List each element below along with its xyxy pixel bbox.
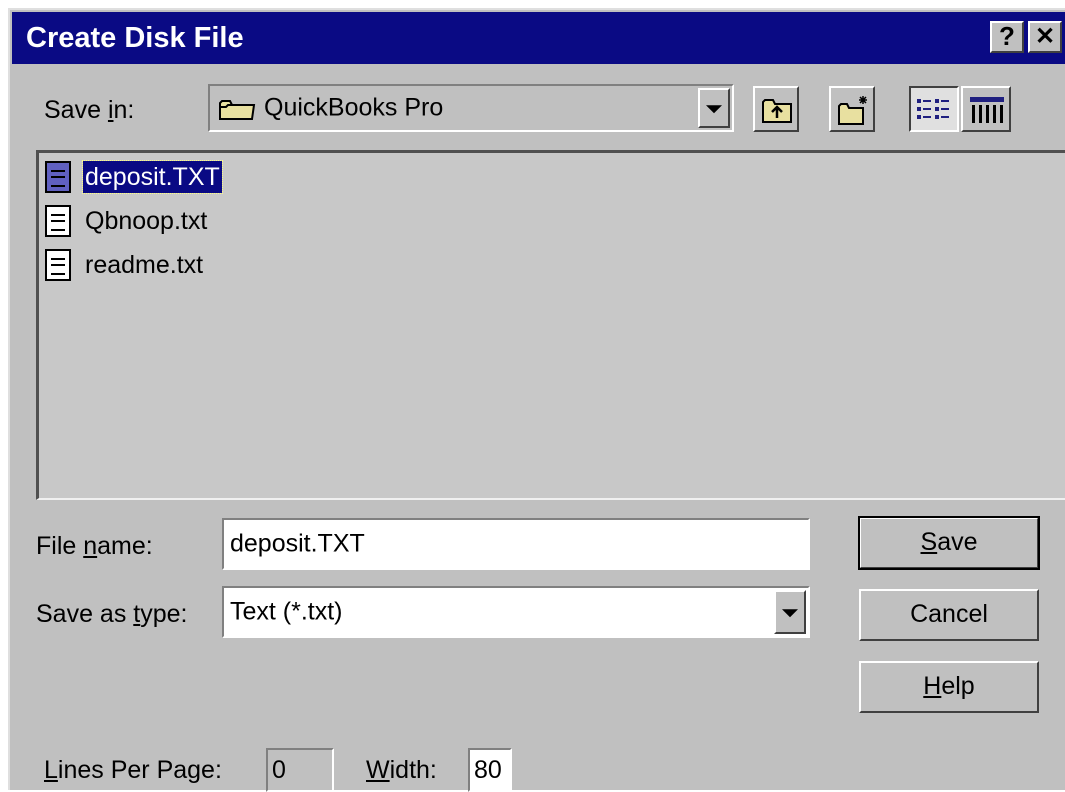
save-in-dropdown[interactable]: QuickBooks Pro (208, 84, 734, 132)
folder-icon (218, 95, 256, 121)
save-as-type-dropdown[interactable]: Text (*.txt) (222, 586, 810, 638)
text-file-icon (45, 205, 71, 237)
list-view-icon (917, 97, 953, 128)
up-folder-icon (761, 96, 793, 129)
file-name-label: File name: (36, 532, 153, 560)
save-in-label: Save in: (44, 96, 135, 124)
create-new-folder-button[interactable] (829, 86, 875, 132)
save-as-type-dropdown-arrow[interactable] (774, 590, 806, 634)
details-view-icon (970, 97, 1004, 130)
help-question-button[interactable]: ? (990, 21, 1024, 53)
text-file-icon (45, 161, 71, 193)
list-view-button[interactable] (909, 86, 959, 132)
file-name-label: Qbnoop.txt (85, 207, 208, 235)
lines-per-page-value: 0 (272, 756, 286, 784)
save-button[interactable]: Save (858, 516, 1040, 570)
help-button[interactable]: Help (859, 661, 1039, 713)
lines-per-page-input[interactable]: 0 (266, 748, 334, 792)
width-input[interactable]: 80 (468, 748, 512, 792)
file-name-value: deposit.TXT (230, 529, 365, 558)
create-disk-file-dialog: Create Disk File ? ✕ Save in: QuickBooks… (8, 8, 1065, 792)
save-in-value: QuickBooks Pro (264, 93, 444, 122)
up-one-level-button[interactable] (753, 86, 799, 132)
width-value: 80 (474, 756, 502, 784)
details-view-button[interactable] (961, 86, 1011, 132)
file-list[interactable]: deposit.TXT Qbnoop.txt readme.txt (36, 150, 1065, 500)
lines-per-page-label: Lines Per Page: (44, 756, 222, 784)
close-button[interactable]: ✕ (1028, 21, 1062, 53)
width-label: Width: (366, 756, 437, 784)
save-as-type-label: Save as type: (36, 600, 188, 628)
file-name-label: deposit.TXT (82, 160, 223, 194)
file-name-label: readme.txt (85, 251, 204, 279)
save-as-type-value: Text (*.txt) (230, 597, 343, 626)
dialog-title: Create Disk File (26, 22, 244, 54)
file-name-input[interactable]: deposit.TXT (222, 518, 810, 570)
save-in-dropdown-arrow[interactable] (698, 88, 730, 128)
cancel-button[interactable]: Cancel (859, 589, 1039, 641)
title-bar[interactable]: Create Disk File ? ✕ (12, 12, 1065, 64)
new-folder-icon (837, 94, 871, 131)
text-file-icon (45, 249, 71, 281)
